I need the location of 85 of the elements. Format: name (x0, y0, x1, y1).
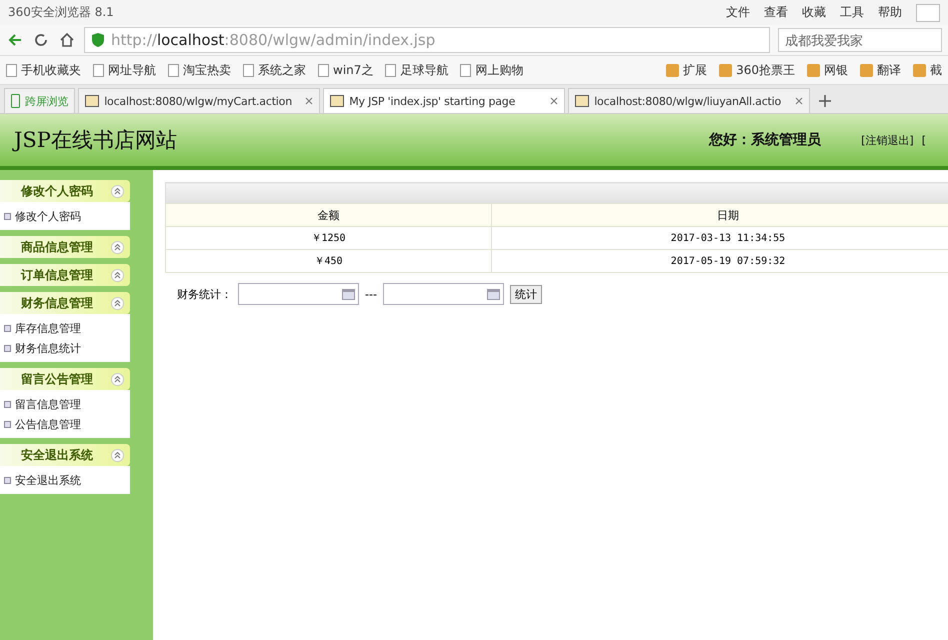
date-field[interactable] (382, 283, 504, 305)
address-field[interactable]: http://localhost:8080/wlgw/admin/index.jsp (84, 27, 770, 53)
browser-tab[interactable]: localhost:8080/wlgw/liuyanAll.actio (568, 88, 810, 113)
extension-icon (913, 64, 926, 76)
site-title: JSP在线书店网站 (14, 127, 178, 154)
date-field[interactable] (238, 283, 359, 305)
greeting-text: 您好：系统管理员 (709, 131, 822, 149)
refresh-icon[interactable] (32, 31, 50, 49)
table-cell: ￥450 (166, 250, 492, 272)
filter-label: 财务统计： (177, 286, 232, 302)
extension-button[interactable]: 网银 (807, 62, 848, 78)
image-icon (330, 95, 344, 107)
table-cell: ￥1250 (166, 226, 492, 250)
bookmark-link[interactable]: 系统之家 (243, 62, 306, 78)
chevron-up-icon (111, 184, 124, 198)
extension-button[interactable]: 扩展 (666, 62, 708, 78)
image-icon (575, 95, 590, 107)
sidebar-section-header[interactable]: 财务信息管理 (0, 292, 130, 314)
chevron-up-icon (111, 240, 124, 254)
search-field[interactable]: 成都我爱我家 (778, 28, 942, 52)
stats-button[interactable]: 统计 (510, 284, 542, 304)
bookmark-link[interactable]: win7之 (318, 62, 374, 78)
bullet-icon (4, 476, 11, 484)
column-header: 金额 (166, 204, 492, 226)
sidebar-section-header[interactable]: 订单信息管理 (0, 264, 130, 286)
chevron-up-icon (111, 296, 124, 310)
sidebar-link[interactable]: 留言信息管理 (0, 394, 130, 414)
bullet-icon (4, 420, 11, 428)
menu-item[interactable]: 工具 (840, 4, 864, 21)
page-icon (385, 64, 396, 76)
menu-item[interactable]: 文件 (726, 4, 750, 21)
extension-icon (807, 64, 820, 76)
range-separator: --- (365, 288, 377, 300)
page-icon (168, 64, 179, 76)
sidebar-section-header[interactable]: 安全退出系统 (0, 444, 130, 466)
extension-icon (666, 64, 680, 76)
page-icon (93, 64, 104, 76)
column-header: 日期 (492, 204, 948, 226)
chevron-up-icon (111, 372, 124, 386)
extension-icon (719, 64, 732, 76)
new-tab-icon[interactable] (819, 95, 832, 107)
browser-tab[interactable]: localhost:8080/wlgw/myCart.action (78, 88, 320, 113)
sidebar-link[interactable]: 安全退出系统 (0, 470, 130, 490)
bookmark-link[interactable]: 网上购物 (460, 62, 524, 78)
header-link[interactable]: [注销退出] (861, 132, 914, 148)
page-icon (6, 64, 17, 76)
sidebar-link[interactable]: 库存信息管理 (0, 318, 130, 338)
extension-button[interactable]: 截 (913, 62, 942, 78)
close-icon[interactable] (305, 97, 314, 105)
chevron-up-icon (111, 268, 124, 282)
home-icon[interactable] (58, 31, 76, 49)
shield-icon (91, 32, 105, 48)
bullet-icon (4, 324, 11, 332)
sidebar-link[interactable]: 公告信息管理 (0, 414, 130, 434)
menu-item[interactable]: 查看 (764, 4, 788, 21)
extension-button[interactable]: 翻译 (860, 62, 901, 78)
bullet-icon (4, 344, 11, 352)
sidebar-link[interactable]: 修改个人密码 (0, 206, 130, 226)
extension-icon (860, 64, 873, 76)
close-icon[interactable] (795, 97, 804, 105)
page-icon (318, 64, 329, 76)
calendar-icon[interactable] (342, 288, 355, 300)
menu-item[interactable]: 收藏 (802, 4, 826, 21)
bullet-icon (4, 400, 11, 408)
bookmark-link[interactable]: 网址导航 (93, 62, 156, 78)
window-title: 360安全浏览器 8.1 (8, 4, 115, 21)
sidebar-section-header[interactable]: 留言公告管理 (0, 368, 130, 390)
extension-button[interactable]: 360抢票王 (719, 62, 795, 78)
bookmark-link[interactable]: 淘宝热卖 (168, 62, 231, 78)
bookmark-link[interactable]: 手机收藏夹 (6, 62, 81, 78)
sidebar-section-header[interactable]: 修改个人密码 (0, 180, 130, 202)
menu-item[interactable]: 帮助 (878, 4, 902, 21)
sidebar-section-header[interactable]: 商品信息管理 (0, 236, 130, 258)
phone-icon (11, 94, 20, 108)
bookmark-link[interactable]: 足球导航 (385, 62, 448, 78)
page-icon (243, 64, 254, 76)
calendar-icon[interactable] (486, 288, 500, 300)
chevron-up-icon (111, 448, 124, 462)
page-icon (460, 64, 472, 76)
bullet-icon (4, 212, 11, 220)
browser-tab[interactable]: My JSP 'index.jsp' starting page (323, 88, 566, 113)
image-icon (85, 95, 100, 107)
header-link[interactable]: [ (922, 134, 926, 146)
close-icon[interactable] (550, 97, 558, 105)
sidebar-link[interactable]: 财务信息统计 (0, 338, 130, 358)
